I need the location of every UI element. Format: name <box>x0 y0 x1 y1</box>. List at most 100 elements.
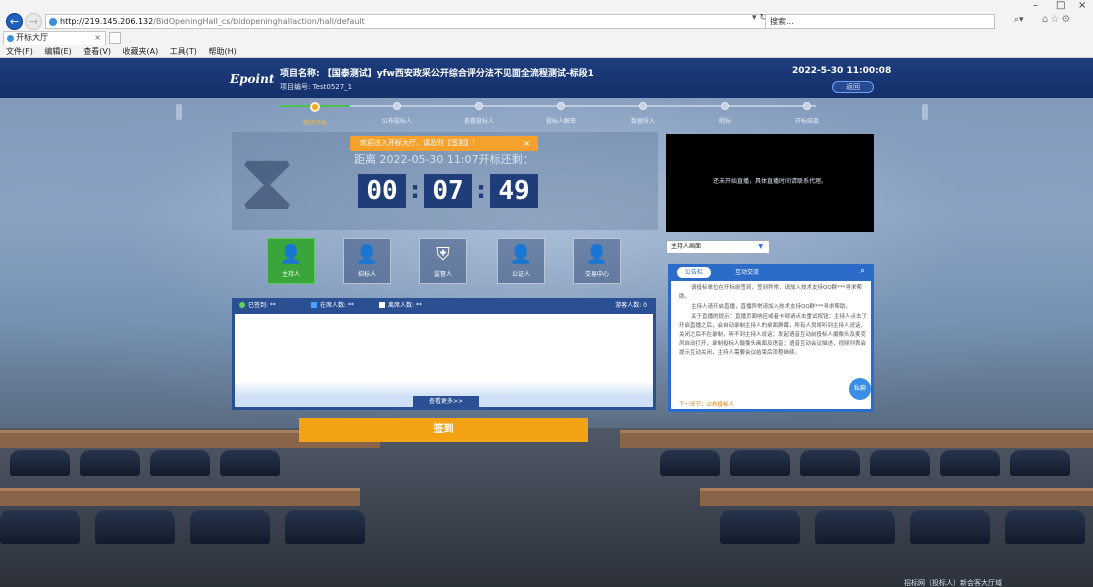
browser-chrome: – □ × ← → http://219.145.206.132/BidOpen… <box>0 0 1093 58</box>
address-bar[interactable]: http://219.145.206.132/BidOpeningHall_cs… <box>45 14 795 29</box>
step-label: 数据导入 <box>630 118 655 125</box>
countdown-hours: 00 <box>358 174 406 208</box>
desk-row <box>700 488 1093 506</box>
role-supervisor-button[interactable]: ⛨ 监督人 <box>419 238 467 284</box>
menu-tools[interactable]: 工具(T) <box>170 47 197 56</box>
signin-header: 已签到: ** 在席人数: ** 离席人数: ** 游客人数: 0 <box>235 298 653 314</box>
menu-bar: 文件(F) 编辑(E) 查看(V) 收藏夹(A) 工具(T) 帮助(H) <box>6 46 246 57</box>
step-sing-bid: 唱标 <box>690 102 760 125</box>
back-button[interactable]: 返回 <box>832 81 874 93</box>
visitor-count: 游客人数: 0 <box>615 302 647 309</box>
current-datetime: 2022-5-30 11:00:08 <box>792 66 892 76</box>
right-handle <box>922 104 928 120</box>
role-host-button[interactable]: 👤 主持人 <box>267 238 315 284</box>
step-decrypt: 投标人解密 <box>526 102 596 125</box>
menu-view[interactable]: 查看(V) <box>83 47 111 56</box>
tab-title: 开标大厅 <box>16 33 48 42</box>
left-handle <box>176 104 182 120</box>
step-view-bidders: 查看投标人 <box>444 102 514 125</box>
browser-tab[interactable]: 开标大厅 × <box>3 31 106 45</box>
offline-count: 离席人数: ** <box>379 298 422 314</box>
tenderer-user-icon: 👤 <box>355 244 379 265</box>
notice-paragraph: 主持人请开启直播，直播异常请加入技术支持QQ群***寻求帮助。 <box>691 304 851 310</box>
seat <box>10 450 70 476</box>
seat <box>815 510 895 544</box>
close-window-button[interactable]: × <box>1078 0 1086 11</box>
seat <box>190 510 270 544</box>
search-icon[interactable]: ⌕ <box>860 266 865 276</box>
supervisor-shield-icon: ⛨ <box>436 244 450 265</box>
search-input[interactable]: 搜索... <box>765 14 995 29</box>
seat <box>150 450 210 476</box>
signed-text: 已签到: ** <box>248 302 276 309</box>
bid-opening-hall: Epoint 项目名称: 【国泰测试】yfw西安政采公开综合评分法不见面全流程测… <box>0 58 1093 587</box>
desk-row <box>0 488 360 506</box>
step-end: 开标结束 <box>772 102 842 125</box>
online-square-icon <box>311 302 317 308</box>
menu-help[interactable]: 帮助(H) <box>208 47 236 56</box>
step-label: 投标人解密 <box>545 118 576 125</box>
progress-steps: 等待开标 公布投标人 查看投标人 投标人解密 数据导入 唱标 开标结束 <box>280 102 842 127</box>
back-arrow-icon[interactable]: ← <box>6 13 23 30</box>
step-dot-icon <box>393 102 401 110</box>
step-dot-icon <box>475 102 483 110</box>
search-icon[interactable]: ⌕▾ <box>1014 15 1024 25</box>
seat <box>870 450 930 476</box>
menu-edit[interactable]: 编辑(E) <box>44 47 71 56</box>
host-view-select[interactable]: 主持人画面 ▼ <box>666 240 770 254</box>
countdown-subtitle: 距离 2022-05-30 11:07开标还剩： <box>354 153 534 166</box>
bottom-tag: 招标网（投标人）新会客大厅域 <box>904 579 1002 587</box>
seat <box>940 450 1000 476</box>
role-label: 监督人 <box>433 271 452 278</box>
seat <box>800 450 860 476</box>
role-label: 交易中心 <box>584 271 609 278</box>
colon: : <box>410 176 420 204</box>
colon: : <box>476 176 486 204</box>
sign-in-button[interactable]: 签到 <box>299 418 588 442</box>
step-label: 开标结束 <box>794 118 819 125</box>
signed-count: 已签到: ** <box>239 298 276 314</box>
toolbar-icons[interactable]: ⌂☆⚙ <box>1042 14 1072 25</box>
welcome-notice: 欢迎进入开标大厅，请及时【签到】！ × <box>350 136 538 151</box>
role-label: 公证人 <box>511 271 530 278</box>
seat <box>660 450 720 476</box>
forward-arrow-icon[interactable]: → <box>25 13 42 30</box>
role-notary-button[interactable]: 👤 公证人 <box>497 238 545 284</box>
menu-favorites[interactable]: 收藏夹(A) <box>123 47 159 56</box>
maximize-button[interactable]: □ <box>1056 0 1065 11</box>
chevron-down-icon: ▼ <box>758 243 763 250</box>
step-label: 等待开标 <box>302 120 327 127</box>
step-dot-icon <box>803 102 811 110</box>
step-dot-icon <box>310 102 320 112</box>
role-trading-center-button[interactable]: 👤 交易中心 <box>573 238 621 284</box>
new-tab-button[interactable] <box>109 32 121 44</box>
site-favicon-icon <box>49 18 57 26</box>
view-more-button[interactable]: 查看更多>> <box>413 396 479 407</box>
menu-file[interactable]: 文件(F) <box>6 47 33 56</box>
countdown-minutes: 07 <box>424 174 472 208</box>
live-status-text: 还未开始直播，具体直播时间请联系代理。 <box>712 178 827 185</box>
host-user-icon: 👤 <box>279 244 303 265</box>
epoint-logo: Epoint <box>230 72 275 86</box>
seat <box>285 510 365 544</box>
notice-close-icon[interactable]: × <box>523 136 530 151</box>
notice-paragraph: 关于直播的提示：直播页面响应或者卡顿请点击重试按钮；主持人点击了开启直播之后，会… <box>679 314 868 356</box>
tab-notice-board[interactable]: 公告栏 <box>677 267 711 278</box>
step-label: 唱标 <box>718 118 731 125</box>
role-tenderer-button[interactable]: 👤 招标人 <box>343 238 391 284</box>
online-count: 在席人数: ** <box>311 298 354 314</box>
seat <box>220 450 280 476</box>
role-label: 招标人 <box>357 271 376 278</box>
online-text: 在席人数: ** <box>320 302 354 309</box>
notary-user-icon: 👤 <box>509 244 533 265</box>
offline-square-icon <box>379 302 385 308</box>
seat <box>730 450 790 476</box>
live-video-panel[interactable]: 还未开始直播，具体直播时间请联系代理。 <box>666 134 874 232</box>
seat <box>1005 510 1085 544</box>
private-chat-button[interactable]: 私聊 <box>849 378 871 400</box>
minimize-button[interactable]: – <box>1033 0 1038 11</box>
check-icon <box>239 302 245 308</box>
tab-interaction[interactable]: 互动交流 <box>727 267 767 278</box>
tab-close-icon[interactable]: × <box>94 32 101 44</box>
chat-panel: 公告栏 互动交流 ⌕ 请投标单位在开标前签到，签到异常，请加入技术支持QQ群**… <box>668 264 874 412</box>
